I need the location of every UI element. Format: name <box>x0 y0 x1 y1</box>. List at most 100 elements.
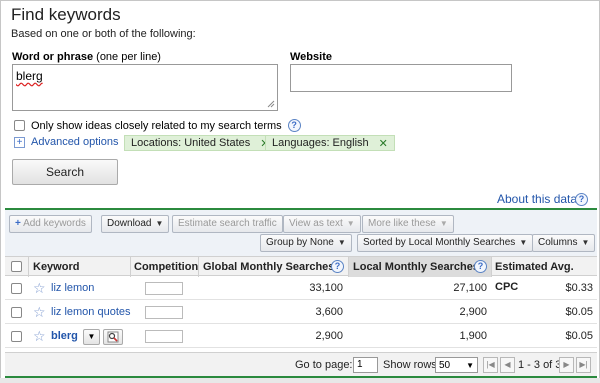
page-input[interactable]: 1 <box>353 357 378 373</box>
star-icon[interactable]: ☆ <box>33 301 46 324</box>
chevron-down-icon: ▼ <box>519 238 528 247</box>
help-icon[interactable]: ? <box>287 119 301 132</box>
cpc-value: $0.33 <box>565 282 593 294</box>
search-button[interactable]: Search <box>12 159 118 185</box>
chevron-down-icon: ▼ <box>581 238 590 247</box>
download-label: Download <box>107 218 152 229</box>
phrase-textarea[interactable]: blerg <box>12 64 278 111</box>
select-all-checkbox[interactable] <box>11 261 22 272</box>
advanced-options-link[interactable]: Advanced options <box>31 136 118 148</box>
website-input[interactable] <box>290 64 512 92</box>
row-menu-button[interactable]: ▼ <box>83 329 100 345</box>
row-checkbox[interactable] <box>11 307 22 318</box>
competition-bar <box>145 282 183 295</box>
page-title: Find keywords <box>11 5 121 24</box>
filter-chip-locations[interactable]: Locations: United States ✕ <box>124 135 277 151</box>
advanced-options-row: + Advanced options <box>14 136 118 148</box>
first-page-icon[interactable]: |◀ <box>483 357 498 373</box>
column-divider <box>198 257 199 277</box>
chevron-down-icon: ▼ <box>346 219 355 228</box>
column-header-cpc[interactable]: Estimated Avg. CPC <box>495 257 597 293</box>
local-searches-value: 1,900 <box>459 330 487 342</box>
rows-per-page-select[interactable]: 50 ▼ <box>435 357 478 373</box>
filter-chip-languages[interactable]: Languages: English ✕ <box>265 135 395 151</box>
columns-button[interactable]: Columns ▼ <box>532 234 596 252</box>
row-checkbox[interactable] <box>11 283 22 294</box>
page-subtitle: Based on one or both of the following: <box>11 28 196 40</box>
columns-label: Columns <box>538 237 578 248</box>
filter-chip-label: Languages: English <box>272 137 369 149</box>
expand-plus-icon[interactable]: + <box>14 136 25 148</box>
horizontal-scrollbar[interactable] <box>0 378 600 383</box>
competition-bar <box>145 330 183 343</box>
column-header-local[interactable]: Local Monthly Searches <box>349 257 491 277</box>
table-row: ☆ liz lemon quotes 3,600 2,900 $0.05 <box>5 301 597 324</box>
chevron-down-icon: ▼ <box>87 332 96 341</box>
phrase-label-hint: (one per line) <box>96 51 161 63</box>
magnifier-icon <box>107 331 119 343</box>
star-icon[interactable]: ☆ <box>33 277 46 300</box>
help-icon[interactable]: ? <box>575 193 588 206</box>
global-searches-value: 3,600 <box>315 306 343 318</box>
only-ideas-label: Only show ideas closely related to my se… <box>31 119 282 132</box>
global-searches-value: 33,100 <box>309 282 343 294</box>
global-searches-value: 2,900 <box>315 330 343 342</box>
column-divider <box>491 257 492 277</box>
help-icon[interactable]: ? <box>331 260 344 273</box>
only-ideas-checkbox[interactable] <box>14 120 25 131</box>
results-toolbar: + Add keywords Download ▼ Estimate search… <box>5 210 597 256</box>
filter-chip-label: Locations: United States <box>131 137 251 149</box>
table-row: ☆ liz lemon 33,100 27,100 $0.33 <box>5 277 597 300</box>
phrase-value: blerg <box>16 69 43 83</box>
keyword-link[interactable]: blerg <box>51 325 78 348</box>
column-header-global[interactable]: Global Monthly Searches <box>203 257 334 277</box>
preview-button[interactable] <box>103 329 123 345</box>
phrase-label-text: Word or phrase <box>12 51 94 63</box>
estimate-traffic-button[interactable]: Estimate search traffic <box>172 215 283 233</box>
row-checkbox[interactable] <box>11 331 22 342</box>
star-icon[interactable]: ☆ <box>33 325 46 348</box>
next-page-icon[interactable]: ▶ <box>559 357 574 373</box>
cpc-value: $0.05 <box>565 330 593 342</box>
help-icon[interactable]: ? <box>474 260 487 273</box>
go-to-page-label: Go to page: <box>295 359 353 371</box>
page-range-text: 1 - 3 of 3 <box>518 359 562 371</box>
more-like-these-button[interactable]: More like these ▼ <box>362 215 454 233</box>
rows-per-page-value: 50 <box>439 359 451 371</box>
remove-filter-icon[interactable]: ✕ <box>379 137 388 150</box>
pagination-bar: Go to page: 1 Show rows: 50 ▼ |◀ ◀ 1 - 3… <box>5 352 597 376</box>
resize-grip-icon[interactable] <box>267 100 275 108</box>
column-header-keyword[interactable]: Keyword <box>33 257 79 277</box>
competition-bar <box>145 306 183 319</box>
local-searches-value: 2,900 <box>459 306 487 318</box>
table-row: ☆ blerg ▼ 2,900 1,900 $0.05 <box>5 325 597 348</box>
chevron-down-icon: ▼ <box>439 219 448 228</box>
add-keywords-label: Add keywords <box>23 218 86 229</box>
column-divider <box>28 257 29 277</box>
website-label: Website <box>290 51 332 63</box>
local-searches-value: 27,100 <box>453 282 487 294</box>
plus-icon: + <box>15 218 21 229</box>
cpc-value: $0.05 <box>565 306 593 318</box>
previous-page-icon[interactable]: ◀ <box>500 357 515 373</box>
column-header-competition[interactable]: Competition <box>134 257 198 277</box>
view-as-text-button[interactable]: View as text ▼ <box>283 215 361 233</box>
sort-by-button[interactable]: Sorted by Local Monthly Searches ▼ <box>357 234 534 252</box>
column-divider <box>130 257 131 277</box>
group-by-button[interactable]: Group by None ▼ <box>260 234 352 252</box>
show-rows-label: Show rows: <box>383 359 440 371</box>
about-this-data-link[interactable]: About this data <box>497 192 577 206</box>
keyword-link[interactable]: liz lemon <box>51 277 94 300</box>
chevron-down-icon: ▼ <box>155 219 164 228</box>
more-like-these-label: More like these <box>368 218 436 229</box>
download-button[interactable]: Download ▼ <box>101 215 170 233</box>
add-keywords-button[interactable]: + Add keywords <box>9 215 92 233</box>
view-as-text-label: View as text <box>289 218 343 229</box>
phrase-label: Word or phrase (one per line) <box>12 51 161 63</box>
table-header: Keyword Competition Global Monthly Searc… <box>5 256 597 293</box>
chevron-down-icon: ▼ <box>337 238 346 247</box>
keyword-link[interactable]: liz lemon quotes <box>51 301 131 324</box>
last-page-icon[interactable]: ▶| <box>576 357 591 373</box>
chevron-down-icon: ▼ <box>466 360 474 370</box>
sort-by-label: Sorted by Local Monthly Searches <box>363 237 516 248</box>
